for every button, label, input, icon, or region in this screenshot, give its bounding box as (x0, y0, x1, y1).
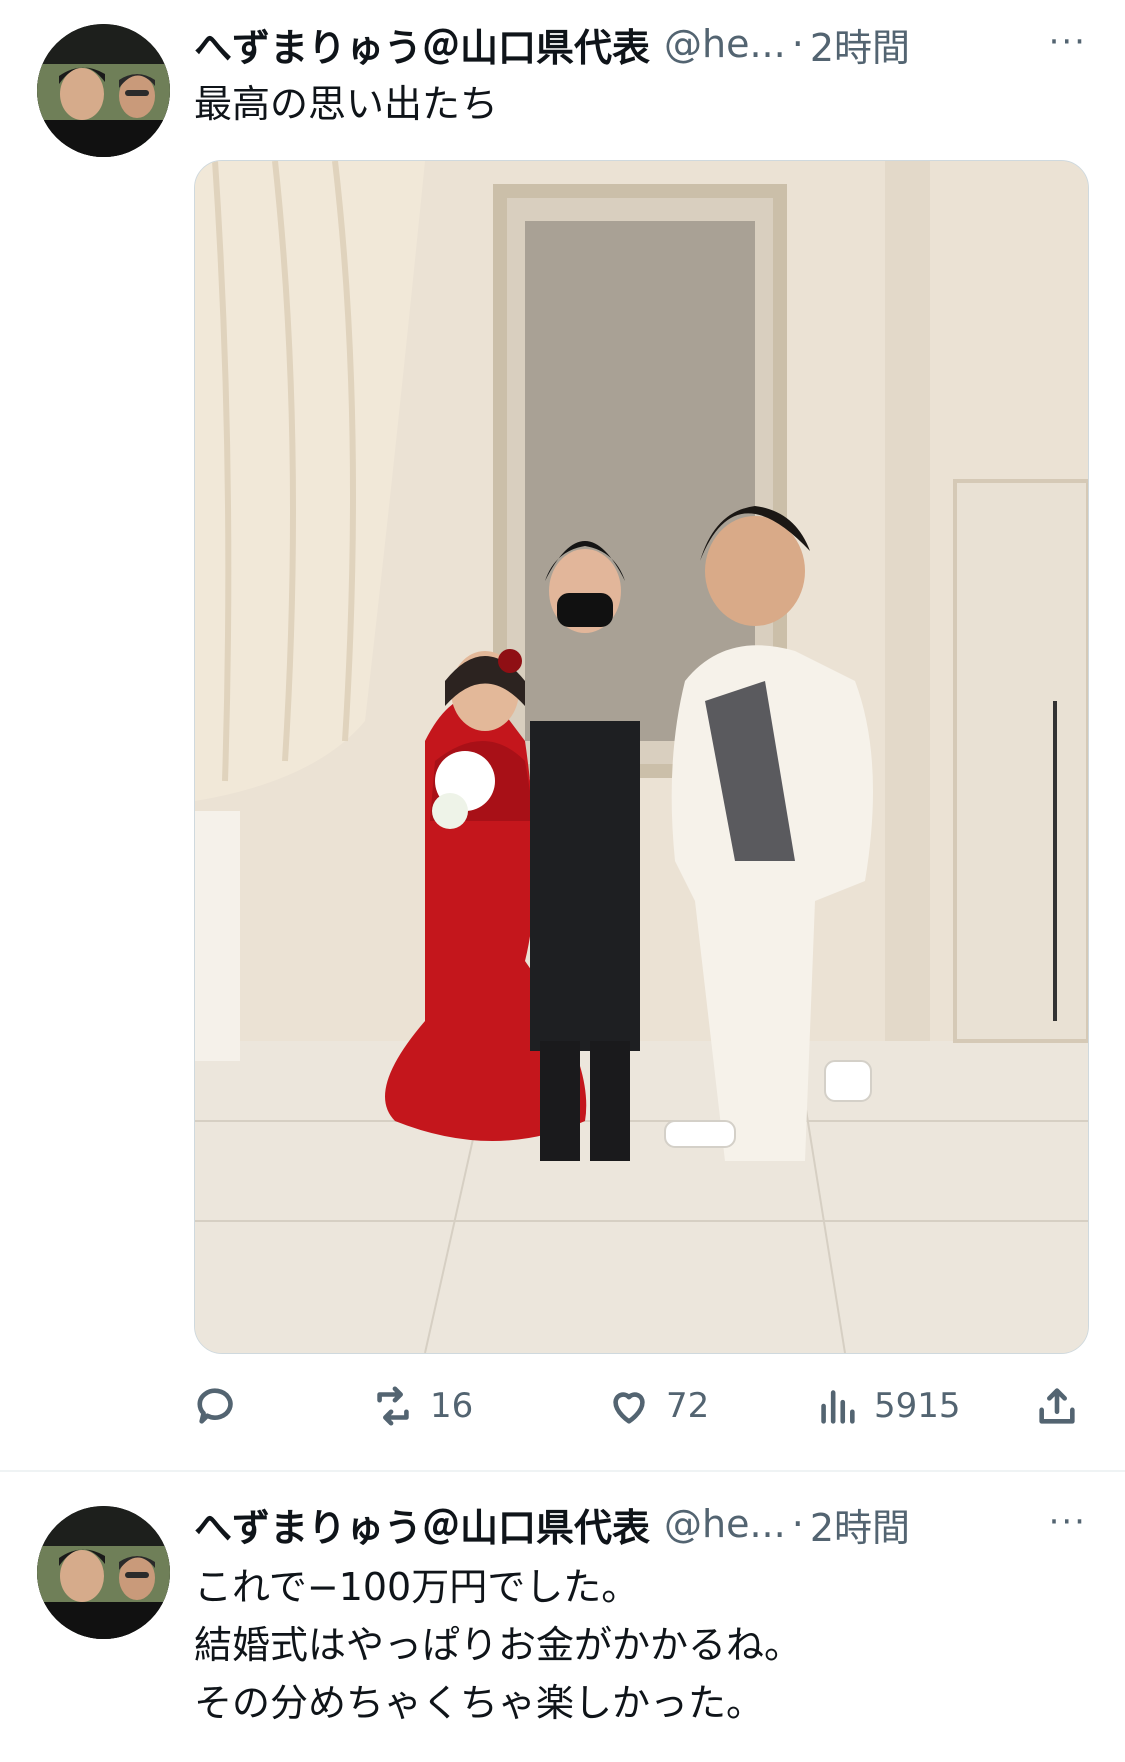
tweet-header: へずまりゅう＠山口県代表 @he... · 2時間 (194, 18, 910, 70)
tweet-text: 最高の思い出たち (194, 82, 499, 126)
tweet-timestamp[interactable]: 2時間 (810, 1497, 910, 1552)
tweet-photo[interactable] (194, 160, 1089, 1354)
author-avatar[interactable] (37, 24, 170, 157)
author-name[interactable]: へずまりゅう＠山口県代表 (194, 1497, 650, 1552)
more-options-icon[interactable]: ··· (1049, 1502, 1087, 1542)
wedding-photo-image (195, 161, 1088, 1353)
reply-icon (197, 1388, 233, 1424)
tweet-header: へずまりゅう＠山口県代表 @he... · 2時間 (194, 1498, 910, 1550)
retweet-icon (377, 1386, 409, 1426)
tweet-timestamp[interactable]: 2時間 (810, 17, 910, 72)
heart-icon (613, 1392, 645, 1424)
views-bar-chart-icon (821, 1390, 855, 1424)
like-button[interactable]: 72 (606, 1383, 709, 1429)
more-options-icon[interactable]: ··· (1049, 22, 1087, 62)
header-separator: · (791, 22, 804, 66)
views-button[interactable]: 5915 (814, 1383, 961, 1429)
share-icon (1039, 1388, 1075, 1424)
tweet-actions: 16 72 5915 (194, 1376, 1084, 1436)
like-count: 72 (666, 1386, 710, 1426)
author-avatar[interactable] (37, 1506, 170, 1639)
author-handle[interactable]: @he... (664, 22, 786, 66)
views-count: 5915 (874, 1386, 961, 1426)
header-separator: · (791, 1502, 804, 1546)
retweet-button[interactable]: 16 (370, 1383, 473, 1429)
share-button[interactable] (1034, 1383, 1080, 1429)
author-handle[interactable]: @he... (664, 1502, 786, 1546)
avatar-photo (37, 1506, 170, 1639)
author-name[interactable]: へずまりゅう＠山口県代表 (194, 17, 650, 72)
reply-button[interactable] (194, 1383, 240, 1429)
retweet-count: 16 (430, 1386, 474, 1426)
avatar-photo (37, 24, 170, 157)
tweet-text: これで−100万円でした。 結婚式はやっぱりお金がかかるね。 その分めちゃくちゃ… (194, 1565, 803, 1725)
tweet-divider (0, 1470, 1125, 1472)
